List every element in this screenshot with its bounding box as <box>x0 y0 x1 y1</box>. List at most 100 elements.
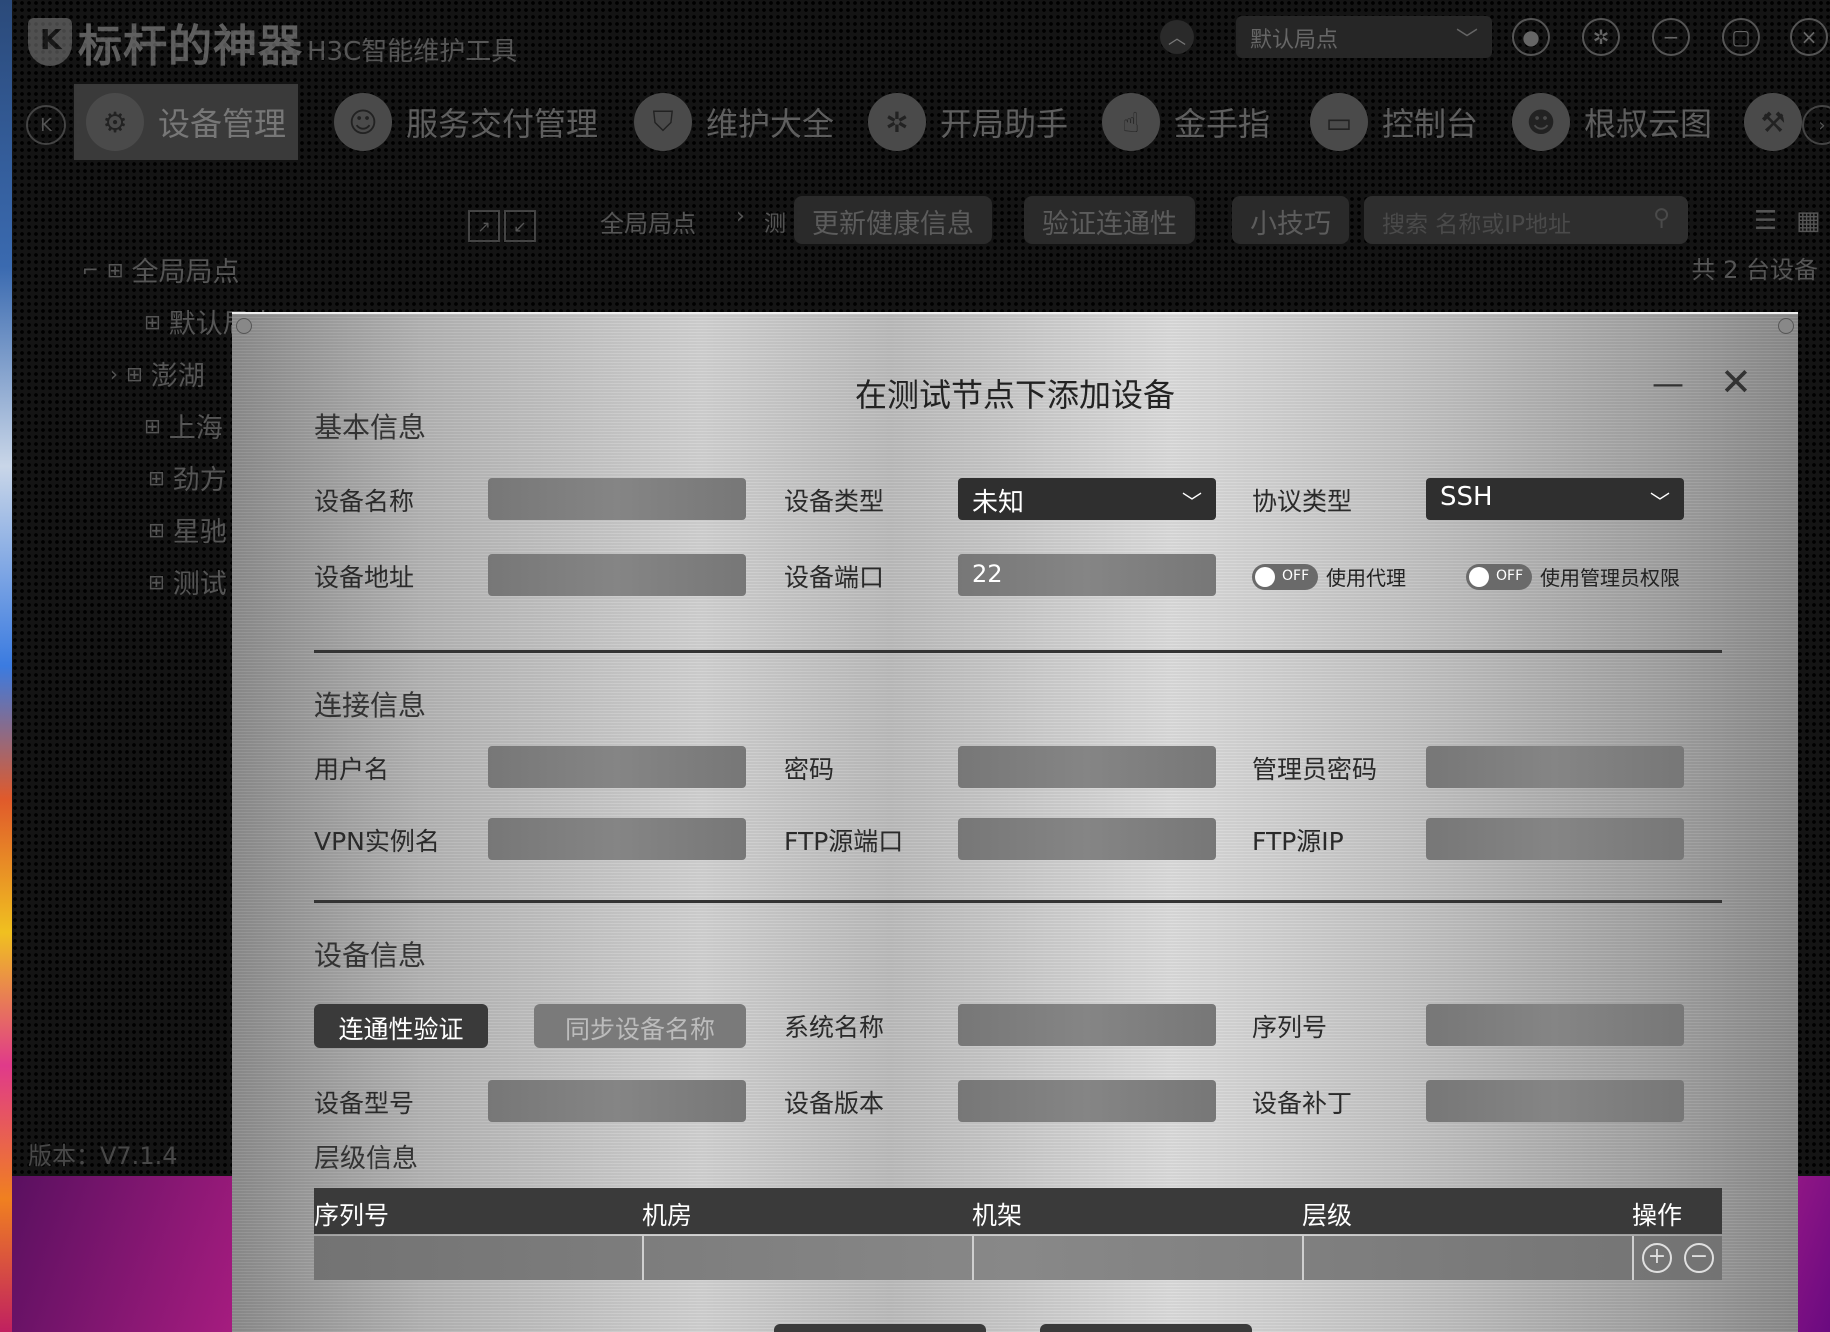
device-type-value: 未知 <box>972 488 1025 518</box>
tree-item[interactable]: ⊞ 测试 <box>148 562 227 601</box>
search-input[interactable]: 搜索 名称或IP地址 ⚲ <box>1364 196 1688 244</box>
tips-button[interactable]: 小技巧 <box>1232 196 1349 244</box>
table-row[interactable]: + − <box>314 1236 1722 1280</box>
node-icon: ⊞ <box>144 413 161 438</box>
dialog-minimize-icon[interactable]: — <box>1652 364 1684 402</box>
device-patch-input[interactable] <box>1426 1080 1684 1122</box>
user-icon[interactable]: ● <box>1512 18 1550 56</box>
sync-device-name-button[interactable]: 同步设备名称 <box>534 1004 746 1048</box>
use-proxy-label: 使用代理 <box>1326 566 1406 590</box>
device-name-input[interactable] <box>488 478 746 520</box>
node-icon: ⊞ <box>126 361 143 386</box>
site-select[interactable]: 默认局点 ﹀ <box>1236 16 1492 58</box>
tree-item[interactable]: ⊞ 星驰 <box>148 510 227 549</box>
device-model-input[interactable] <box>488 1080 746 1122</box>
column-header: 机架 <box>972 1201 1023 1230</box>
expand-collapse-group: ↗ ↙ <box>468 210 536 242</box>
device-version-label: 设备版本 <box>784 1089 885 1118</box>
section-device-info: 设备信息 <box>314 939 427 972</box>
ftp-ip-input[interactable] <box>1426 818 1684 860</box>
add-row-plus-icon[interactable]: + <box>1642 1243 1672 1273</box>
avatar-icon: ☻ <box>1512 93 1570 151</box>
use-admin-toggle[interactable]: OFF 使用管理员权限 <box>1466 562 1680 591</box>
node-icon: ⊞ <box>144 309 161 334</box>
column-header: 序列号 <box>314 1201 390 1230</box>
maximize-icon[interactable]: ▢ <box>1722 18 1760 56</box>
tree-collapse-icon[interactable]: ⌐ <box>82 258 99 282</box>
gear-icon: ✲ <box>868 93 926 151</box>
list-view-icon[interactable]: ☰ <box>1754 206 1782 236</box>
vpn-instance-input[interactable] <box>488 818 746 860</box>
terminal-icon: ▭ <box>1310 93 1368 151</box>
update-health-button[interactable]: 更新健康信息 <box>794 196 992 244</box>
breadcrumb-current[interactable]: 测 <box>764 206 786 238</box>
breadcrumb[interactable]: 全局局点 <box>600 204 696 239</box>
nav-item-cloud-map[interactable]: ☻ 根叔云图 <box>1500 84 1724 160</box>
nav-item-maintenance[interactable]: ⛉ 维护大全 <box>622 84 846 160</box>
nav-item-setup-assistant[interactable]: ✲ 开局助手 <box>856 84 1080 160</box>
close-icon[interactable]: × <box>1790 18 1828 56</box>
tree-item-root[interactable]: ⌐ ⊞ 全局局点 <box>82 250 240 289</box>
section-divider <box>314 900 1722 903</box>
device-model-label: 设备型号 <box>314 1089 415 1118</box>
app-logo: 标杆的神器 H3C智能维护工具 <box>28 10 517 74</box>
tree-item[interactable]: › ⊞ 澎湖 <box>110 354 205 393</box>
nav-item-device-management[interactable]: ⚙ 设备管理 <box>74 84 299 160</box>
password-label: 密码 <box>784 755 835 784</box>
cell-divider <box>1632 1236 1634 1280</box>
nav-item-golden-finger[interactable]: ☝ 金手指 <box>1090 84 1282 160</box>
toggle-switch[interactable]: OFF <box>1466 563 1532 590</box>
table-header: 序列号 机房 机架 层级 操作 <box>314 1188 1722 1234</box>
tree-item[interactable]: ⊞ 劲方 <box>148 458 227 497</box>
device-port-input[interactable]: 22 <box>958 554 1216 596</box>
app-subtitle: H3C智能维护工具 <box>307 36 518 67</box>
protocol-value: SSH <box>1440 482 1493 512</box>
verify-connectivity-button[interactable]: 验证连通性 <box>1024 196 1195 244</box>
hierarchy-table: 序列号 机房 机架 层级 操作 + − <box>314 1188 1722 1280</box>
admin-password-label: 管理员密码 <box>1252 755 1378 784</box>
remove-row-minus-icon[interactable]: − <box>1684 1243 1714 1273</box>
service-hand-icon: ☺ <box>334 93 392 151</box>
cancel-button[interactable] <box>1040 1324 1252 1332</box>
section-basic-info: 基本信息 <box>314 411 427 444</box>
admin-password-input[interactable] <box>1426 746 1684 788</box>
collapse-up-icon[interactable]: ︿ <box>1160 20 1194 54</box>
dialog-close-icon[interactable]: ✕ <box>1720 360 1752 404</box>
minimize-icon[interactable]: − <box>1652 18 1690 56</box>
toggle-switch[interactable]: OFF <box>1252 563 1318 590</box>
collapse-icon[interactable]: ↙ <box>504 210 536 242</box>
ftp-port-label: FTP源端口 <box>784 827 904 856</box>
serial-number-label: 序列号 <box>1252 1013 1328 1042</box>
serial-number-input[interactable] <box>1426 1004 1684 1046</box>
nav-item-console[interactable]: ▭ 控制台 <box>1298 84 1490 160</box>
confirm-button[interactable] <box>774 1324 986 1332</box>
vpn-instance-label: VPN实例名 <box>314 827 440 856</box>
settings-gear-icon[interactable]: ✲ <box>1582 18 1620 56</box>
use-proxy-toggle[interactable]: OFF 使用代理 <box>1252 562 1406 591</box>
expand-icon[interactable]: ↗ <box>468 210 500 242</box>
password-input[interactable] <box>958 746 1216 788</box>
device-type-select[interactable]: 未知 ﹀ <box>958 478 1216 520</box>
device-type-label: 设备类型 <box>784 487 885 516</box>
desktop-background-left <box>0 0 12 1332</box>
system-name-input[interactable] <box>958 1004 1216 1046</box>
protocol-select[interactable]: SSH ﹀ <box>1426 478 1684 520</box>
device-gear-icon: ⚙ <box>86 93 144 151</box>
device-version-input[interactable] <box>958 1080 1216 1122</box>
grid-view-icon[interactable]: ▦ <box>1796 206 1824 236</box>
device-address-input[interactable] <box>488 554 746 596</box>
ftp-port-input[interactable] <box>958 818 1216 860</box>
finger-icon: ☝ <box>1102 93 1160 151</box>
username-input[interactable] <box>488 746 746 788</box>
nav-item-service-delivery[interactable]: ☺ 服务交付管理 <box>322 84 610 160</box>
connectivity-verify-button[interactable]: 连通性验证 <box>314 1004 488 1048</box>
tree-item[interactable]: ⊞ 上海 <box>144 406 223 445</box>
device-name-label: 设备名称 <box>314 487 415 516</box>
screw-icon <box>236 318 252 334</box>
tree-expand-icon[interactable]: › <box>110 362 118 386</box>
node-icon: ⊞ <box>148 465 165 490</box>
system-name-label: 系统名称 <box>784 1013 885 1042</box>
node-icon: ⊞ <box>106 257 124 282</box>
nav-prev-icon[interactable]: K <box>26 105 66 145</box>
use-admin-label: 使用管理员权限 <box>1540 566 1680 590</box>
